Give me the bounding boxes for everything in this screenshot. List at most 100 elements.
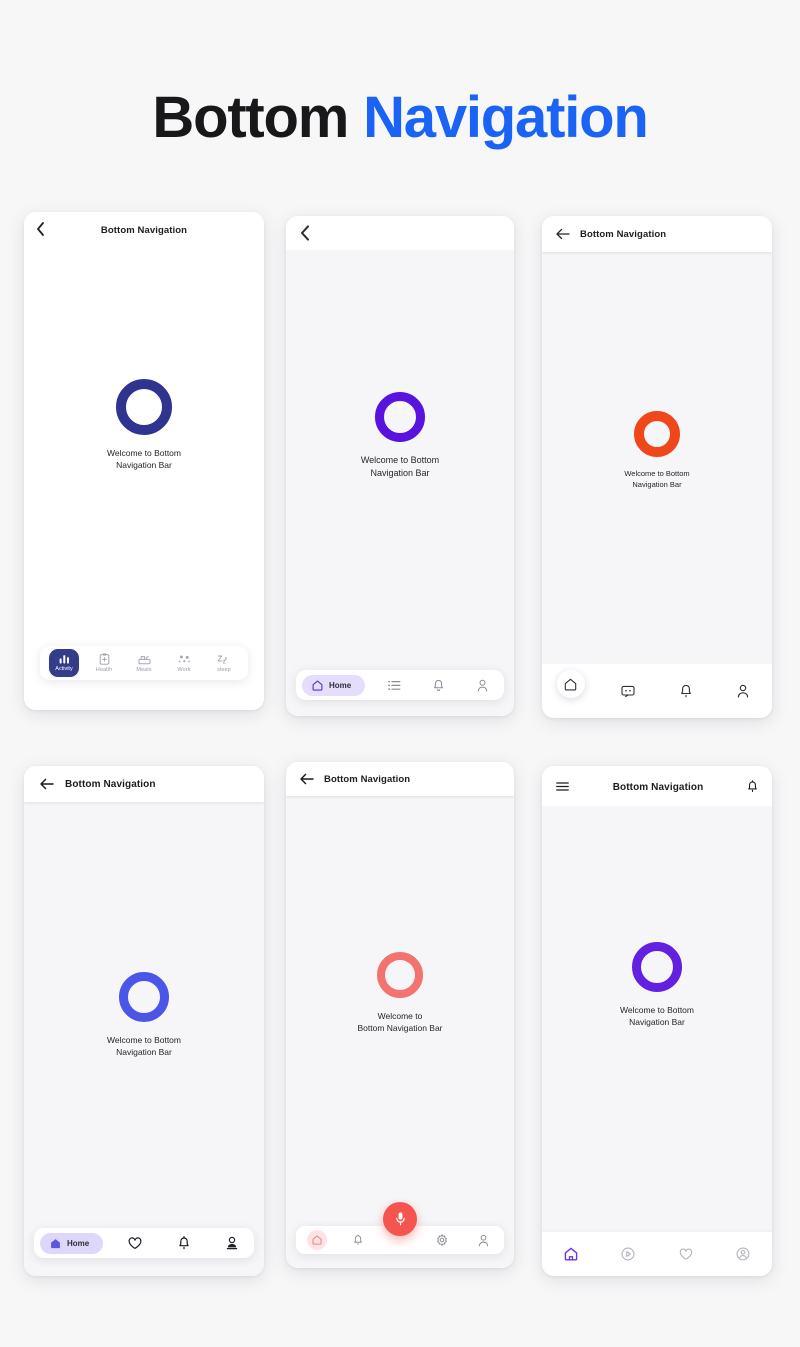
hero-text-1: Welcome to Bottom Navigation Bar [106,448,181,471]
nav-label-meals: Meals [136,666,152,673]
hero-ring-5 [377,952,423,998]
bottom-nav-6 [542,1232,772,1276]
nav-item-person-6[interactable] [715,1247,773,1261]
nav-item-home-5[interactable] [296,1230,338,1250]
bottom-nav-2: Home [296,670,504,700]
appbar-title-3: Bottom Navigation [580,228,667,240]
clipboard-health-icon [99,653,110,665]
nav-item-chat-3[interactable] [600,685,658,698]
hero-text-2: Welcome to Bottom Navigation Bar [360,455,440,479]
hero-ring-2 [375,392,425,442]
appbar-5: Bottom Navigation [286,762,514,796]
hero-5: Welcome to Bottom Navigation Bar [286,952,514,1035]
phone-mockup-1: Bottom Navigation Welcome to Bottom Navi… [24,212,264,710]
gear-icon [436,1234,448,1246]
nav-item-work[interactable]: Work [169,654,199,673]
bell-icon [353,1234,363,1246]
nav-item-health[interactable]: Health [89,653,119,673]
home-outline-icon [306,1230,327,1250]
poster-canvas: Bottom Navigation Bottom Navigation Welc… [0,0,800,1347]
nav-item-bell-3[interactable] [657,684,715,698]
zzz-sleep-icon: Z z z [217,654,231,665]
nav-item-heart-4[interactable] [119,1236,151,1250]
dots-work-icon [178,654,191,665]
heart-icon [679,1248,693,1261]
nav-item-home-6[interactable] [542,1247,600,1261]
hero-6: Welcome to Bottom Navigation Bar [542,942,772,1029]
appbar-title-5: Bottom Navigation [324,773,411,785]
nav-item-bell-2[interactable] [424,679,454,692]
phone-mockup-2: Welcome to Bottom Navigation Bar Home [286,216,514,716]
hero-text-6: Welcome to Bottom Navigation Bar [619,1005,694,1028]
nav-item-list-2[interactable] [379,680,409,691]
appbar-2 [286,216,514,250]
hero-3: Welcome to Bottom Navigation Bar [542,411,772,491]
person-circle-icon [736,1247,750,1261]
page-title: Bottom Navigation [0,82,800,154]
home-outline-icon [564,678,577,691]
bar-chart-icon [59,654,70,664]
nav-item-settings-5[interactable] [421,1234,463,1246]
phone-mockup-5: Bottom Navigation Welcome to Bottom Navi… [286,762,514,1268]
hero-text-4: Welcome to Bottom Navigation Bar [106,1035,181,1058]
heart-icon [128,1236,142,1250]
nav-label-work: Work [177,666,191,673]
nav-item-play-6[interactable] [600,1247,658,1261]
nav-item-home-2[interactable]: Home [302,674,366,696]
nav-item-meals[interactable]: Meals [129,654,159,673]
page-title-part-2: Navigation [363,85,649,150]
hamburger-menu-icon[interactable] [556,781,569,792]
nav-item-activity[interactable]: Activity [49,649,79,677]
hero-ring-4 [119,972,169,1022]
appbar-1: Bottom Navigation [24,212,264,246]
hero-2: Welcome to Bottom Navigation Bar [286,392,514,480]
nav-label-health: Health [95,667,113,673]
home-outline-icon [312,680,323,691]
page-title-part-1: Bottom [152,85,349,150]
phone-mockup-4: Bottom Navigation Welcome to Bottom Navi… [24,766,264,1276]
nav-item-heart-6[interactable] [657,1248,715,1261]
phone-mockup-3: Bottom Navigation Welcome to Bottom Navi… [542,216,772,718]
hero-ring-3 [634,411,680,457]
appbar-title-6: Bottom Navigation [612,782,704,793]
hero-1: Welcome to Bottom Navigation Bar [24,379,264,472]
person-icon [737,684,749,698]
chevron-left-icon[interactable] [36,222,45,236]
bell-icon [178,1236,190,1250]
home-filled-icon [50,1238,61,1249]
phone-mockup-6: Bottom Navigation Welcome to Bottom Navi… [542,766,772,1276]
appbar-4: Bottom Navigation [24,766,264,802]
bell-icon [433,679,444,692]
hero-text-5: Welcome to Bottom Navigation Bar [357,1011,443,1034]
nav-item-person-4[interactable] [216,1236,248,1250]
chevron-left-icon[interactable] [300,225,310,241]
play-circle-icon [621,1247,635,1261]
appbar-title-4: Bottom Navigation [65,778,156,790]
nav-item-sleep[interactable]: Z z z sleep [209,654,239,673]
nav-item-bell-5[interactable] [338,1234,380,1246]
nav-item-home-4[interactable]: Home [40,1232,104,1254]
bottom-nav-1: Activity Health Meals Work Z z z sleep [40,646,248,680]
arrow-left-icon[interactable] [300,773,314,785]
person-icon [478,1234,489,1247]
nav-label-activity: Activity [55,666,73,672]
bell-icon[interactable] [747,779,758,793]
nav-item-bell-4[interactable] [168,1236,200,1250]
nav-item-person-5[interactable] [462,1234,504,1247]
bottom-nav-4: Home [34,1228,254,1258]
svg-text:z: z [225,655,228,661]
nav-label-home-2: Home [329,680,352,690]
fab-microphone-button[interactable] [383,1202,417,1236]
meal-tray-icon [138,654,151,665]
nav-item-home-3[interactable] [556,670,585,698]
nav-label-sleep: sleep [217,666,231,673]
arrow-left-icon[interactable] [40,778,54,790]
nav-item-person-3[interactable] [715,684,773,698]
arrow-left-icon[interactable] [556,228,570,240]
nav-item-person-2[interactable] [468,679,498,692]
appbar-6: Bottom Navigation [542,766,772,806]
list-icon [388,680,401,691]
nav-label-home-4: Home [67,1238,90,1248]
appbar-title-1: Bottom Navigation [100,225,188,236]
microphone-icon [395,1211,406,1227]
